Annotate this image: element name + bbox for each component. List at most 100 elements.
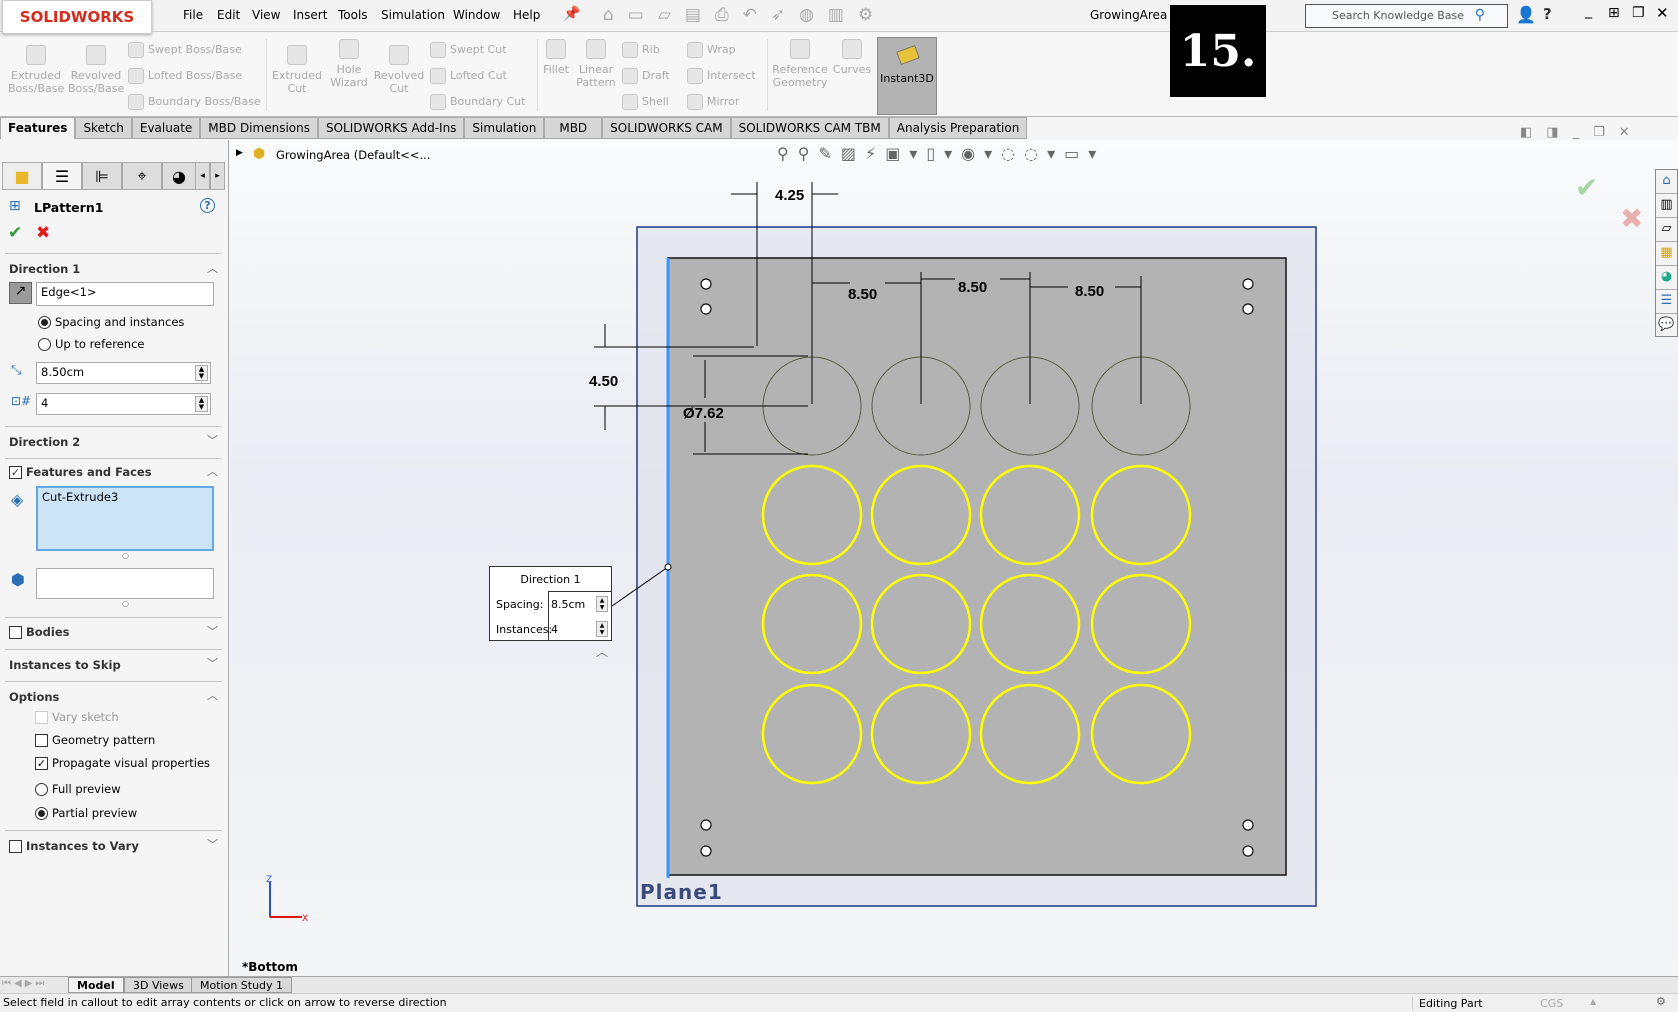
menu-tools[interactable]: Tools <box>338 8 368 22</box>
direction1-edge-field[interactable]: Edge<1> <box>36 282 214 306</box>
swept-cut-button[interactable]: Swept Cut <box>430 42 507 58</box>
tab-features[interactable]: Features <box>0 117 76 139</box>
spacing-spinner[interactable]: ▲ ▼ <box>596 596 608 612</box>
menu-window[interactable]: Window <box>453 8 500 22</box>
instances-spinner[interactable]: ▲ ▼ <box>596 621 608 637</box>
checkbox[interactable]: ✓ <box>35 756 48 770</box>
menu-insert[interactable]: Insert <box>293 8 327 22</box>
display-manager-tab[interactable]: ◕ <box>162 162 196 190</box>
search-icon[interactable]: ⚲ <box>1475 7 1485 23</box>
file-explorer-icon[interactable]: ▱ <box>1656 218 1677 242</box>
features-list[interactable]: Cut-Extrude3 <box>36 486 214 551</box>
instances-to-skip-header[interactable]: Instances to Skip <box>9 658 121 672</box>
extruded-boss-button[interactable]: Extruded Boss/Base <box>8 45 64 95</box>
menu-help[interactable]: Help <box>513 8 540 22</box>
tab-sketch[interactable]: Sketch <box>75 117 132 139</box>
search-input[interactable]: Search Knowledge Base ⚲ <box>1305 4 1508 28</box>
callout-instances-field[interactable]: 4 <box>551 623 558 636</box>
ok-check-icon[interactable]: ✔ <box>8 223 22 243</box>
heads-up-view-toolbar[interactable]: ⚲⚲✎▨⚡▣▾▯▾◉▾◌◌▾▭▾ <box>777 144 1105 163</box>
minimize-icon[interactable]: _ <box>1585 3 1592 19</box>
tab-motion-study[interactable]: Motion Study 1 <box>191 977 293 993</box>
user-icon[interactable]: 👤 <box>1516 5 1536 24</box>
checkbox[interactable] <box>9 625 22 639</box>
direction2-header[interactable]: Direction 2 <box>9 435 80 449</box>
spacing-and-instances-radio[interactable]: Spacing and instances <box>38 315 184 329</box>
revolved-cut-button[interactable]: Revolved Cut <box>372 45 426 95</box>
full-preview-radio[interactable]: Full preview <box>35 782 121 796</box>
collapse-icon[interactable]: ︿ <box>207 463 218 479</box>
swept-boss-button[interactable]: Swept Boss/Base <box>128 42 242 58</box>
dimxpert-tab[interactable]: ⌖ <box>122 162 162 190</box>
units-dropdown-icon[interactable]: ▲ <box>1590 997 1596 1006</box>
expand-icon[interactable]: ﹀ <box>207 432 218 448</box>
units-selector[interactable]: CGS <box>1540 997 1563 1010</box>
expand-icon[interactable]: ﹀ <box>207 623 218 639</box>
mirror-button[interactable]: Mirror <box>687 94 739 110</box>
tile-icon[interactable]: ⊞ <box>1608 5 1620 21</box>
help-icon[interactable]: ? <box>1543 5 1552 23</box>
restore-icon[interactable]: ❐ <box>1632 5 1645 21</box>
linear-pattern-button[interactable]: Linear Pattern <box>574 39 618 89</box>
radio[interactable] <box>35 782 48 796</box>
quick-access-toolbar[interactable]: ⌂▭▱▤⎙↶➶◍▥⚙ <box>603 5 887 25</box>
custom-properties-icon[interactable]: ☰ <box>1656 290 1677 314</box>
instances-to-vary-header[interactable]: Instances to Vary <box>9 839 139 853</box>
appearances-icon[interactable]: ◕ <box>1656 266 1677 290</box>
feature-manager-tab[interactable]: ■ <box>2 162 42 190</box>
scroll-right-button[interactable]: ▸ <box>210 162 225 190</box>
instant3d-button[interactable]: Instant3D <box>877 37 937 115</box>
curves-button[interactable]: Curves <box>832 39 872 76</box>
intersect-button[interactable]: Intersect <box>687 68 756 84</box>
configuration-tab[interactable]: ⊫ <box>82 162 122 190</box>
checkbox[interactable]: ✓ <box>9 465 22 479</box>
draft-button[interactable]: Draft <box>622 68 670 84</box>
lofted-boss-button[interactable]: Lofted Boss/Base <box>128 68 242 84</box>
callout-spacing-field[interactable]: 8.5cm <box>551 598 585 611</box>
tab-addins[interactable]: SOLIDWORKS Add-Ins <box>317 117 465 139</box>
solidworks-logo[interactable]: SOLIDWORKS <box>2 0 152 34</box>
tab-analysis-preparation[interactable]: Analysis Preparation <box>888 117 1028 139</box>
boundary-cut-button[interactable]: Boundary Cut <box>430 94 525 110</box>
tab-scroll-buttons[interactable]: ⏮◀▶⏭ <box>2 978 47 989</box>
forum-icon[interactable]: 💬 <box>1656 314 1677 338</box>
radio[interactable] <box>35 806 48 820</box>
fillet-button[interactable]: Fillet <box>540 39 572 76</box>
checkbox[interactable] <box>35 733 48 747</box>
tab-simulation[interactable]: Simulation <box>464 117 545 139</box>
reverse-direction-arrow-icon[interactable]: ︿ <box>596 643 608 660</box>
up-to-reference-radio[interactable]: Up to reference <box>38 337 144 351</box>
shell-button[interactable]: Shell <box>622 94 669 110</box>
tab-mbd-dimensions[interactable]: MBD Dimensions <box>200 117 318 139</box>
propagate-visual-properties-checkbox[interactable]: ✓ Propagate visual properties <box>35 756 210 770</box>
checkbox[interactable] <box>9 839 22 853</box>
wrap-button[interactable]: Wrap <box>687 42 736 58</box>
geometry-pattern-checkbox[interactable]: Geometry pattern <box>35 733 155 747</box>
features-and-faces-header[interactable]: ✓ Features and Faces <box>9 465 152 479</box>
list-item[interactable]: Cut-Extrude3 <box>42 490 118 504</box>
resize-handle[interactable]: ○ <box>122 599 129 608</box>
menu-file[interactable]: File <box>183 8 203 22</box>
close-icon[interactable]: ✕ <box>1656 4 1669 22</box>
revolved-boss-button[interactable]: Revolved Boss/Base <box>68 45 124 95</box>
help-icon[interactable]: ? <box>200 198 215 213</box>
tab-3d-views[interactable]: 3D Views <box>124 977 193 993</box>
hole-wizard-button[interactable]: Hole Wizard <box>322 39 376 89</box>
expand-tree-icon[interactable]: ▶ <box>236 148 243 158</box>
collapse-icon[interactable]: ︿ <box>207 687 218 703</box>
menu-edit[interactable]: Edit <box>217 8 240 22</box>
resize-handle[interactable]: ○ <box>122 551 129 560</box>
tab-evaluate[interactable]: Evaluate <box>131 117 201 139</box>
home-icon[interactable]: ⌂ <box>1656 170 1677 194</box>
viewport-window-controls[interactable]: ◧◨_❐✕ <box>1520 125 1644 140</box>
menu-view[interactable]: View <box>252 8 280 22</box>
direction1-header[interactable]: Direction 1 <box>9 262 80 276</box>
reverse-direction-icon[interactable]: ↗ <box>9 282 32 304</box>
spacing-field[interactable]: 8.50cm ▲ ▼ <box>36 362 211 384</box>
expand-icon[interactable]: ﹀ <box>207 655 218 671</box>
tab-cam-tbm[interactable]: SOLIDWORKS CAM TBM <box>730 117 889 139</box>
bodies-header[interactable]: Bodies <box>9 625 69 639</box>
pin-icon[interactable]: 📌 <box>563 6 580 22</box>
graphics-area[interactable] <box>230 140 1678 976</box>
faces-list[interactable] <box>36 568 214 599</box>
